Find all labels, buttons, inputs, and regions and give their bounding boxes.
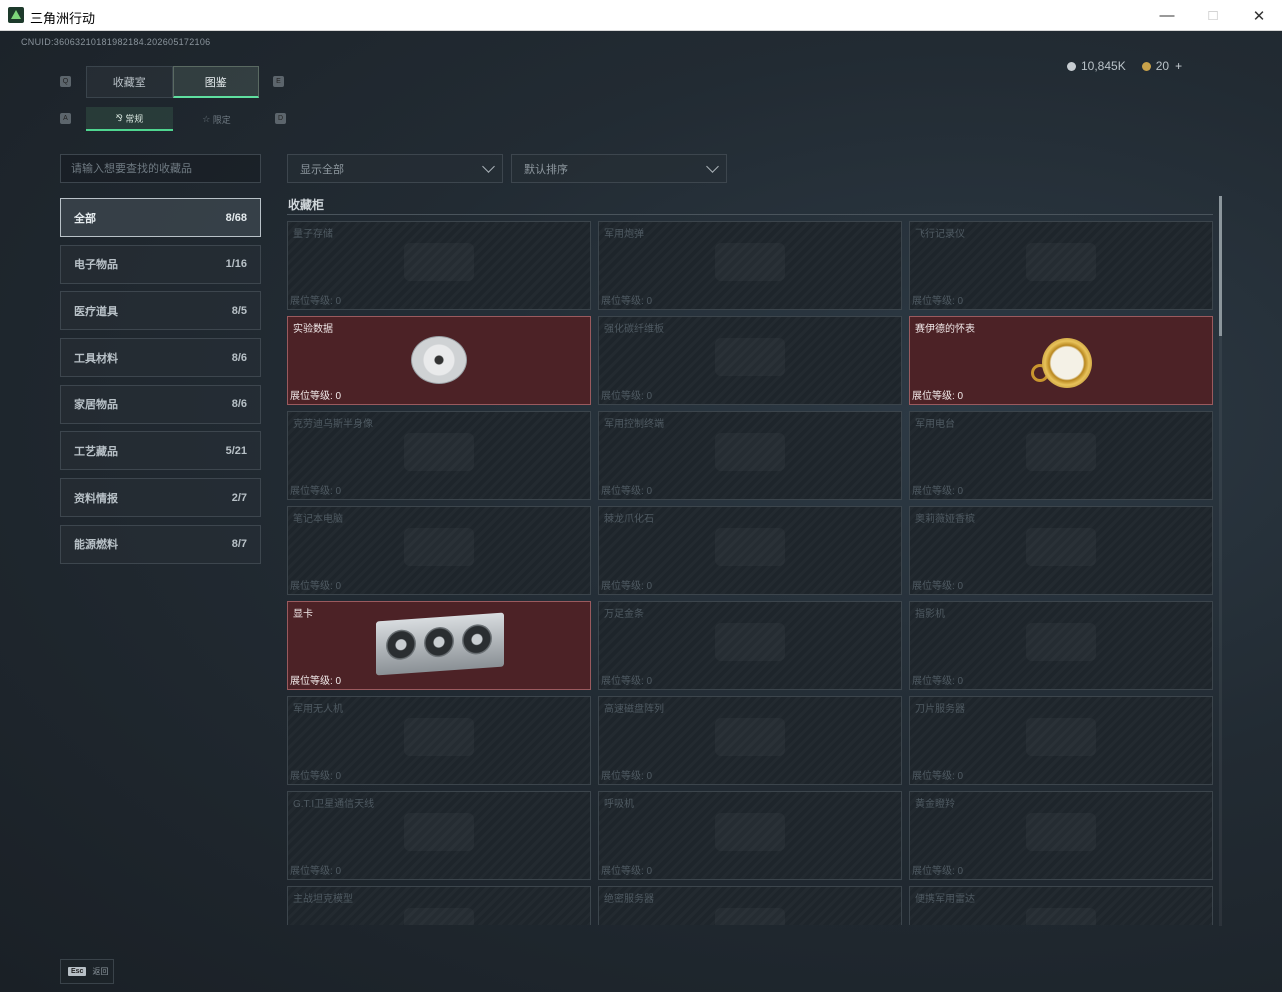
tab-regular[interactable]: ⅋ 常规 [86,107,173,131]
collection-card-owned[interactable]: 显卡 展位等级: 0 [287,601,591,690]
category-list: 全部 8/68 电子物品 1/16 医疗道具 8/5 工具材料 8/6 家居物品 8/6 … [60,198,261,572]
collection-card[interactable]: 黄金瞪羚 展位等级: 0 [909,791,1213,880]
filter-dropdown[interactable]: 显示全部 [287,154,503,183]
key-a-hint-icon: A [60,113,71,124]
locked-item-image [1026,623,1096,661]
currency-bar: 10,845K 20 + [1067,59,1182,73]
regular-icon: ⅋ [115,112,126,123]
locked-item-image [1026,718,1096,756]
key-e-hint-icon: E [273,76,284,87]
tab-catalog[interactable]: 图鉴 [172,66,259,98]
collection-card[interactable]: 棘龙爪化石 展位等级: 0 [598,506,902,595]
category-all[interactable]: 全部 8/68 [60,198,261,237]
collection-card[interactable]: G.T.I卫星通信天线 展位等级: 0 [287,791,591,880]
add-currency-icon[interactable]: + [1175,59,1182,73]
scrollbar-thumb[interactable] [1219,196,1222,336]
player-uid: CNUID:36063210181982184.202605172106 [21,37,211,47]
silver-currency: 10,845K [1067,59,1126,73]
category-medical[interactable]: 医疗道具 8/5 [60,291,261,331]
locked-item-image [715,908,785,925]
collection-card[interactable]: 军用电台 展位等级: 0 [909,411,1213,500]
collection-card[interactable]: 笔记本电脑 展位等级: 0 [287,506,591,595]
category-electronics[interactable]: 电子物品 1/16 [60,244,261,284]
collection-card[interactable]: 飞行记录仪 展位等级: 0 [909,221,1213,310]
tab-limited[interactable]: ☆ 限定 [173,107,260,131]
close-button[interactable]: ✕ [1236,0,1282,31]
category-household[interactable]: 家居物品 8/6 [60,384,261,424]
disc-item-icon [411,336,467,384]
key-q-hint-icon: Q [60,76,71,87]
collection-card[interactable]: 军用控制终端 展位等级: 0 [598,411,902,500]
section-title: 收藏柜 [288,198,325,212]
category-tools[interactable]: 工具材料 8/6 [60,338,261,378]
locked-item-image [1026,528,1096,566]
category-crafts[interactable]: 工艺藏品 5/21 [60,431,261,471]
app-logo-icon [8,7,24,23]
collection-card[interactable]: 高速磁盘阵列 展位等级: 0 [598,696,902,785]
grid-scrollbar[interactable] [1219,196,1222,926]
locked-item-image [1026,908,1096,925]
collection-card[interactable]: 奥莉薇娅香槟 展位等级: 0 [909,506,1213,595]
graphics-card-icon [376,612,504,676]
key-d-hint-icon: D [275,113,286,124]
locked-item-image [1026,243,1096,281]
title-bar: 三角洲行动 — □ ✕ [0,0,1282,31]
locked-item-image [715,433,785,471]
collection-card[interactable]: 指影机 展位等级: 0 [909,601,1213,690]
locked-item-image [1026,813,1096,851]
search-box[interactable] [60,154,261,183]
locked-item-image [1026,433,1096,471]
locked-item-image [715,243,785,281]
limited-icon: ☆ [202,113,213,124]
game-area: CNUID:36063210181982184.202605172106 10,… [0,31,1282,992]
collection-card[interactable]: 便携军用雷达 [909,886,1213,925]
locked-item-image [404,908,474,925]
category-energy[interactable]: 能源燃料 8/7 [60,524,261,564]
collection-card-owned[interactable]: 赛伊德的怀表 展位等级: 0 [909,316,1213,405]
locked-item-image [404,433,474,471]
collection-card[interactable]: 强化碳纤维板 展位等级: 0 [598,316,902,405]
collection-card[interactable]: 军用炮弹 展位等级: 0 [598,221,902,310]
locked-item-image [404,528,474,566]
locked-item-image [715,813,785,851]
chevron-down-icon [706,159,719,173]
collection-card[interactable]: 刀片服务器 展位等级: 0 [909,696,1213,785]
collection-card[interactable]: 军用无人机 展位等级: 0 [287,696,591,785]
chevron-down-icon [482,159,495,173]
locked-item-image [404,718,474,756]
collection-card[interactable]: 万足金条 展位等级: 0 [598,601,902,690]
tab-collection-room[interactable]: 收藏室 [86,66,173,98]
minimize-button[interactable]: — [1144,0,1190,31]
collection-card[interactable]: 呼吸机 展位等级: 0 [598,791,902,880]
sub-tabs: ⅋ 常规 ☆ 限定 [86,107,260,131]
sort-dropdown[interactable]: 默认排序 [511,154,727,183]
locked-item-image [715,623,785,661]
collection-card[interactable]: 绝密服务器 [598,886,902,925]
collection-card[interactable]: 量子存储 展位等级: 0 [287,221,591,310]
locked-item-image [715,338,785,376]
locked-item-image [404,813,474,851]
locked-item-image [715,718,785,756]
esc-key-icon: Esc [68,967,87,976]
silver-coin-icon [1067,62,1076,72]
locked-item-image [715,528,785,566]
collection-card-owned[interactable]: 实验数据 展位等级: 0 [287,316,591,405]
back-button[interactable]: Esc 返回 [60,959,114,984]
section-divider [287,214,1213,215]
locked-item-image [404,243,474,281]
pocket-watch-icon [1031,326,1093,392]
search-input[interactable] [61,155,260,182]
app-window: 三角洲行动 — □ ✕ CNUID:36063210181982184.2026… [0,0,1282,992]
collection-card[interactable]: 主战坦克模型 [287,886,591,925]
collection-grid: 量子存储 展位等级: 0 军用炮弹 展位等级: 0 飞行记录仪 展位等级: 0 实验数… [287,221,1214,925]
maximize-button[interactable]: □ [1190,0,1236,31]
gold-currency[interactable]: 20 + [1141,59,1182,73]
window-title: 三角洲行动 [30,11,96,26]
gold-coin-icon [1141,62,1151,72]
collection-grid-viewport: 量子存储 展位等级: 0 军用炮弹 展位等级: 0 飞行记录仪 展位等级: 0 实验数… [287,221,1214,925]
category-intel[interactable]: 资料情报 2/7 [60,478,261,518]
main-tabs: 收藏室 图鉴 [86,66,259,98]
collection-card[interactable]: 克劳迪乌斯半身像 展位等级: 0 [287,411,591,500]
